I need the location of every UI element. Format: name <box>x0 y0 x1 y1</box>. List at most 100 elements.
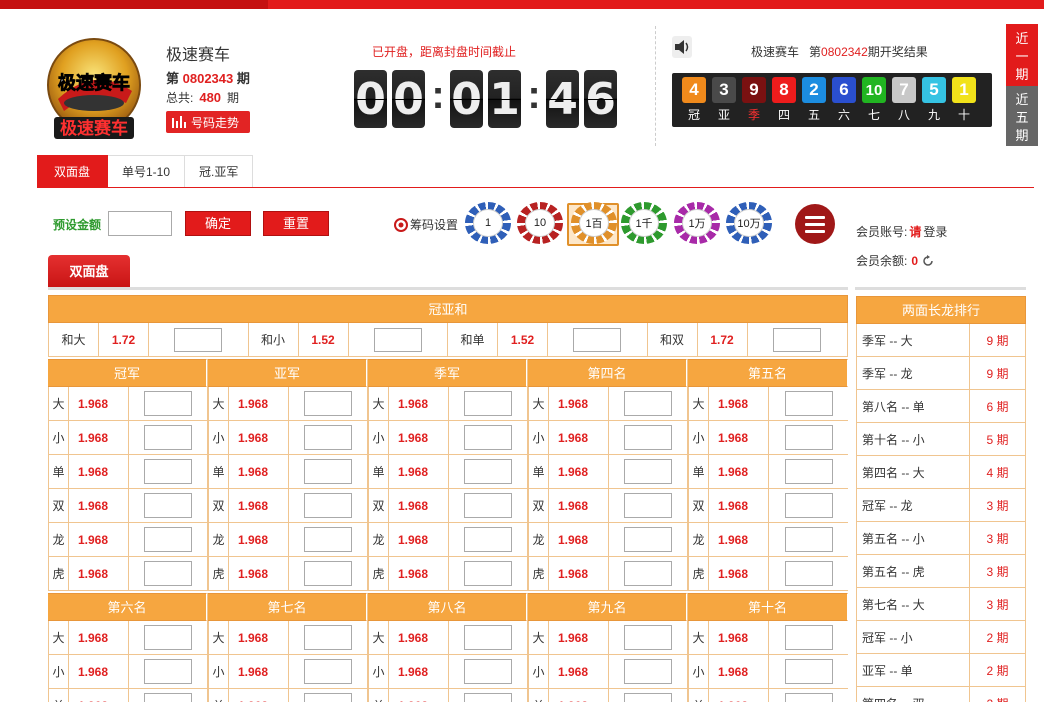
long-dragon-row: 第八名 -- 单 6 期 <box>856 390 1026 423</box>
bet-amount-input[interactable] <box>624 493 672 518</box>
chip-4[interactable]: 1千 <box>621 202 667 244</box>
bet-amount-input[interactable] <box>464 459 512 484</box>
bet-row: 单1.968 <box>368 689 527 702</box>
bet-amount-input[interactable] <box>624 425 672 450</box>
bet-amount-input[interactable] <box>464 527 512 552</box>
bet-amount-input[interactable] <box>304 561 352 586</box>
bet-name: 小 <box>49 655 69 688</box>
bet-amount-input[interactable] <box>144 527 192 552</box>
gyh-amount-input[interactable] <box>373 327 422 352</box>
trend-button[interactable]: 号码走势 <box>166 111 250 133</box>
long-dragon-row: 季军 -- 大 9 期 <box>856 324 1026 357</box>
bet-amount-input[interactable] <box>304 527 352 552</box>
bet-amount-input[interactable] <box>784 625 833 650</box>
bet-name: 虎 <box>689 557 709 590</box>
long-dragon-row: 季军 -- 龙 9 期 <box>856 357 1026 390</box>
reset-button[interactable]: 重置 <box>263 211 329 236</box>
bet-amount-input[interactable] <box>144 659 192 684</box>
bet-amount-input[interactable] <box>304 625 352 650</box>
tab-champion-runner[interactable]: 冠.亚军 <box>185 155 254 187</box>
gyh-cell: 和单 1.52 <box>448 323 648 356</box>
chip-1[interactable]: 1 <box>465 202 511 244</box>
bet-odds: 1.968 <box>389 489 449 522</box>
gyh-name: 和双 <box>648 323 698 356</box>
menu-button[interactable] <box>795 204 835 244</box>
bet-amount-input[interactable] <box>464 659 512 684</box>
bet-odds: 1.968 <box>69 557 129 590</box>
member-balance-value: 0 <box>911 253 919 268</box>
chip-5[interactable]: 1万 <box>674 202 720 244</box>
chip-6[interactable]: 10万 <box>726 202 772 244</box>
bet-amount-input[interactable] <box>784 493 833 518</box>
bet-odds: 1.968 <box>69 387 129 420</box>
recent-1-button[interactable]: 近 一 期 <box>1006 24 1038 86</box>
bet-name: 大 <box>369 621 389 654</box>
bet-odds: 1.968 <box>69 655 129 688</box>
bet-amount-input[interactable] <box>304 659 352 684</box>
position-column: 第七名大1.968小1.968单1.968 <box>208 593 368 702</box>
bet-amount-input[interactable] <box>144 493 192 518</box>
bet-amount-input[interactable] <box>464 693 512 702</box>
bet-amount-input[interactable] <box>304 425 352 450</box>
bet-input-cell <box>449 557 527 590</box>
bet-amount-input[interactable] <box>624 459 672 484</box>
bet-amount-input[interactable] <box>464 493 512 518</box>
countdown-label: 已开盘，距离封盘时间截止 <box>372 45 517 59</box>
result-ball-name: 七 <box>867 108 880 122</box>
gyh-amount-input[interactable] <box>773 327 822 352</box>
chip-3[interactable]: 1百 <box>571 202 617 244</box>
bet-input-cell <box>449 421 527 454</box>
bet-amount-input[interactable] <box>144 561 192 586</box>
chip-2[interactable]: 10 <box>517 202 563 244</box>
bet-amount-input[interactable] <box>304 459 352 484</box>
bet-amount-input[interactable] <box>784 425 833 450</box>
bet-amount-input[interactable] <box>144 625 192 650</box>
bet-amount-input[interactable] <box>624 693 672 702</box>
bet-amount-input[interactable] <box>144 391 192 416</box>
bet-amount-input[interactable] <box>304 391 352 416</box>
bet-amount-input[interactable] <box>784 459 833 484</box>
gyh-row: 和大 1.72 和小 1.52 和单 1.52 和双 1.72 <box>48 323 848 357</box>
long-dragon-value: 2 期 <box>970 687 1025 702</box>
bet-row: 龙 1.968 <box>688 523 848 557</box>
bet-amount-input[interactable] <box>784 693 833 702</box>
preset-amount-input[interactable] <box>108 211 172 236</box>
bet-amount-input[interactable] <box>624 659 672 684</box>
bet-row: 虎 1.968 <box>688 557 848 591</box>
recent-5-button[interactable]: 近 五 期 <box>1006 86 1038 146</box>
bet-amount-input[interactable] <box>784 527 833 552</box>
bet-amount-input[interactable] <box>144 693 192 702</box>
bet-amount-input[interactable] <box>624 625 672 650</box>
bet-amount-input[interactable] <box>624 391 672 416</box>
result-prefix: 第 <box>809 45 822 59</box>
bet-row: 小 1.968 <box>48 655 207 689</box>
gyh-amount-input[interactable] <box>174 327 223 352</box>
issue-prefix: 第 <box>166 71 180 86</box>
bet-amount-input[interactable] <box>144 459 192 484</box>
refresh-icon[interactable] <box>922 254 934 267</box>
chip-setting-button[interactable]: 筹码设置 <box>394 216 458 233</box>
bet-amount-input[interactable] <box>464 425 512 450</box>
tab-single-number[interactable]: 单号1-10 <box>108 155 186 187</box>
bet-amount-input[interactable] <box>144 425 192 450</box>
bet-amount-input[interactable] <box>624 561 672 586</box>
bet-amount-input[interactable] <box>784 659 833 684</box>
bet-amount-input[interactable] <box>784 561 833 586</box>
issue-number: 0802343 <box>182 71 234 86</box>
bet-amount-input[interactable] <box>304 493 352 518</box>
bet-amount-input[interactable] <box>784 391 833 416</box>
login-link[interactable]: 登录 <box>923 225 947 239</box>
bet-amount-input[interactable] <box>464 391 512 416</box>
panel-tab-two-sided[interactable]: 双面盘 <box>48 255 130 288</box>
confirm-button[interactable]: 确定 <box>185 211 251 236</box>
chip-label: 10万 <box>734 209 764 237</box>
top-bar <box>0 0 1044 9</box>
bet-amount-input[interactable] <box>464 625 512 650</box>
gyh-amount-input[interactable] <box>573 327 622 352</box>
speaker-icon[interactable] <box>672 36 692 58</box>
game-logo: 极速赛车 极速赛车 <box>47 38 141 139</box>
tab-two-sided[interactable]: 双面盘 <box>37 155 108 187</box>
bet-amount-input[interactable] <box>464 561 512 586</box>
bet-amount-input[interactable] <box>624 527 672 552</box>
bet-amount-input[interactable] <box>304 693 352 702</box>
